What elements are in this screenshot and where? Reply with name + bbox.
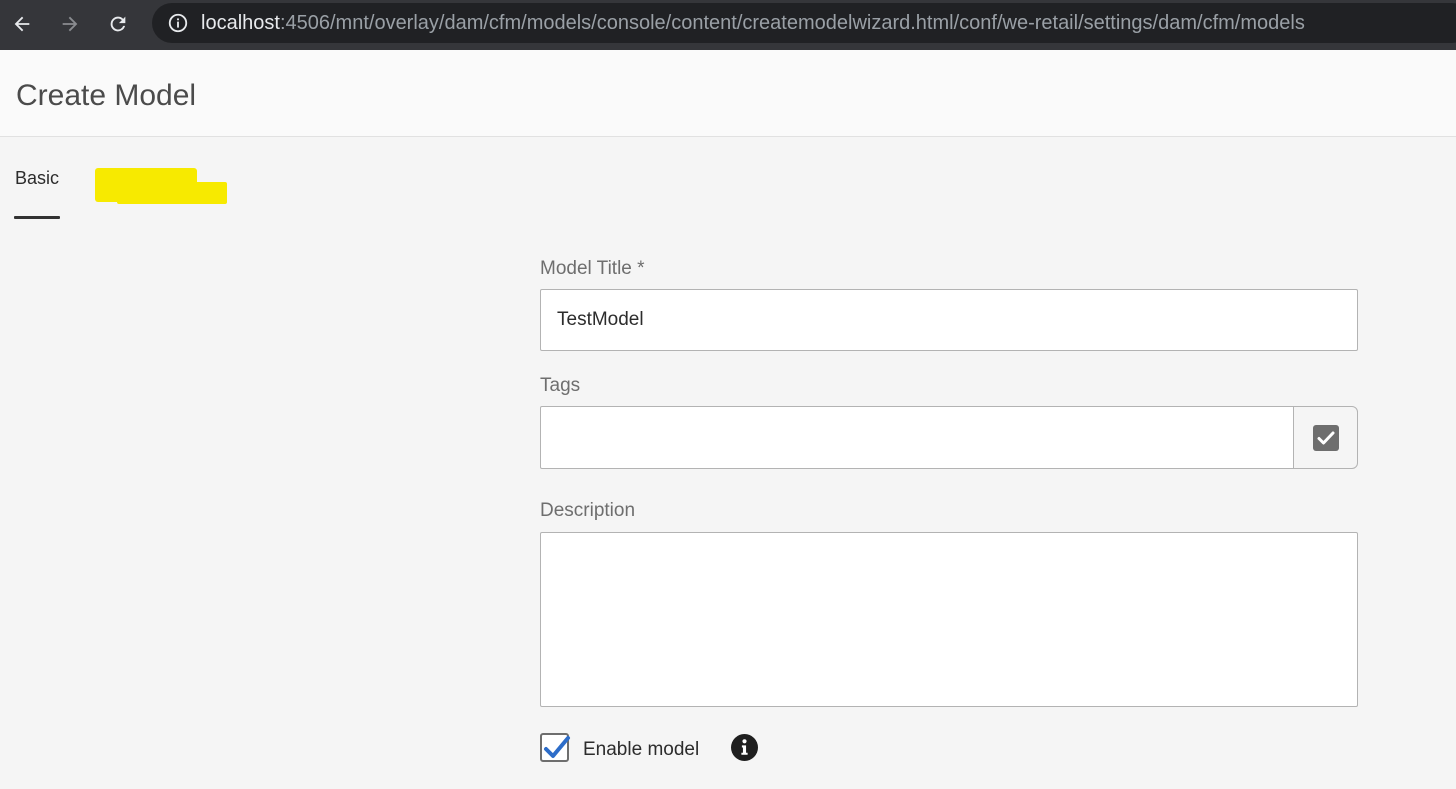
reload-button[interactable]: [101, 7, 135, 41]
model-title-label: Model Title *: [540, 258, 645, 279]
info-circle-icon[interactable]: [731, 734, 758, 761]
info-icon[interactable]: [167, 12, 189, 34]
back-button[interactable]: [5, 7, 39, 41]
tags-input[interactable]: [540, 406, 1294, 469]
tab-redacted[interactable]: [95, 168, 227, 206]
browser-toolbar: localhost:4506/mnt/overlay/dam/cfm/model…: [0, 0, 1456, 50]
model-title-input[interactable]: [540, 289, 1358, 351]
page-title: Create Model: [16, 79, 197, 112]
check-square-icon: [1312, 424, 1339, 451]
enable-model-checkbox[interactable]: [540, 733, 570, 762]
back-icon: [14, 16, 30, 32]
tags-label: Tags: [540, 375, 581, 396]
url-host: localhost: [201, 12, 280, 34]
tags-field: [540, 406, 1358, 469]
url-text: localhost:4506/mnt/overlay/dam/cfm/model…: [201, 3, 1305, 43]
redaction-mark: [117, 182, 227, 204]
enable-model-label: Enable model: [583, 739, 700, 760]
checkmark-icon: [544, 736, 570, 758]
active-tab-indicator: [14, 216, 60, 219]
description-textarea[interactable]: [540, 532, 1358, 707]
description-label: Description: [540, 500, 636, 521]
tab-basic-label: Basic: [15, 168, 60, 188]
tags-picker-button[interactable]: [1293, 406, 1358, 469]
reload-icon: [110, 16, 126, 32]
forward-icon: [62, 16, 78, 32]
address-bar[interactable]: localhost:4506/mnt/overlay/dam/cfm/model…: [152, 3, 1456, 43]
tab-basic[interactable]: Basic: [14, 168, 60, 220]
forward-button[interactable]: [53, 7, 87, 41]
url-path: :4506/mnt/overlay/dam/cfm/models/console…: [279, 12, 1305, 34]
app-header: Create Model: [0, 50, 1456, 137]
